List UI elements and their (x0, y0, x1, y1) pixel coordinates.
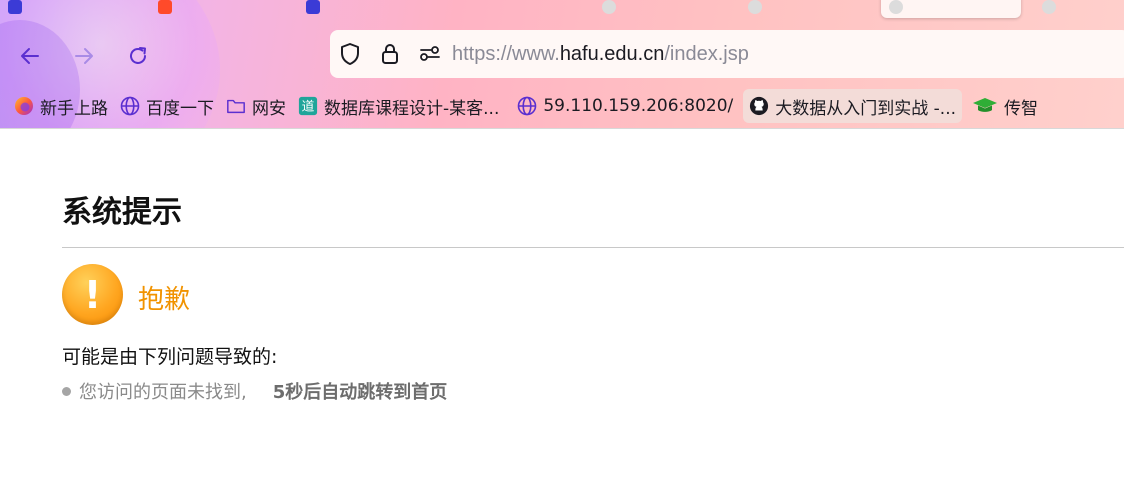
tab[interactable] (0, 0, 130, 18)
reason-text: 您访问的页面未找到, (79, 382, 247, 403)
title-divider (62, 247, 1124, 248)
tab[interactable] (740, 0, 870, 18)
bookmark-label: 数据库课程设计-某客... (324, 98, 500, 119)
svg-text:道: 道 (302, 99, 315, 114)
tab-active[interactable] (881, 0, 1021, 18)
bookmark-label: 大数据从入门到实战 -... (775, 98, 957, 119)
arrow-left-icon (21, 48, 39, 64)
grad-cap-icon (972, 96, 998, 116)
lock-icon[interactable] (370, 30, 410, 78)
tab-favicon (889, 0, 903, 14)
bookmark-item[interactable]: 新手上路 (8, 89, 114, 123)
bookmark-folder[interactable]: 网安 (220, 89, 292, 123)
redirect-countdown: 5秒后自动跳转到首页 (272, 382, 448, 403)
tab[interactable] (298, 0, 428, 18)
url-path: /index.jsp (664, 42, 749, 65)
bookmarks-toolbar: 新手上路 百度一下 网安 道 数据库课程设计-某客... 59.110.159.… (8, 88, 1124, 124)
url-scheme: https://www. (452, 42, 560, 65)
page-title: 系统提示 (62, 195, 182, 230)
browser-chrome: https://www.hafu.edu.cn/index.jsp 新手上路 百… (0, 0, 1124, 128)
bullet-icon (62, 386, 71, 396)
reload-icon (130, 47, 146, 64)
bookmark-label: 传智 (1004, 98, 1039, 119)
tab[interactable] (150, 0, 280, 18)
tab-favicon (602, 0, 616, 14)
address-bar[interactable]: https://www.hafu.edu.cn/index.jsp (330, 30, 1124, 78)
tab-strip (0, 0, 1124, 20)
firefox-icon (14, 96, 34, 116)
bookmark-label: 新手上路 (40, 98, 108, 119)
tab-favicon (748, 0, 762, 14)
reason-title: 可能是由下列问题导致的: (62, 346, 278, 368)
tab-favicon (1042, 0, 1056, 14)
reload-button[interactable] (122, 40, 154, 72)
bookmark-item[interactable]: 百度一下 (114, 89, 220, 123)
bookmark-label: 网安 (252, 98, 286, 119)
globe-icon (120, 96, 140, 116)
bookmark-label: 百度一下 (146, 98, 214, 119)
tracking-protection-shield-icon[interactable] (330, 30, 370, 78)
reason-list-item: 您访问的页面未找到, 5秒后自动跳转到首页 (62, 378, 447, 404)
tab-favicon (8, 0, 22, 14)
forward-button[interactable] (68, 40, 100, 72)
sorry-heading: 抱歉 (138, 285, 191, 315)
bookmark-item[interactable]: 传智 (966, 89, 1044, 123)
tab[interactable] (594, 0, 724, 18)
bookmark-item[interactable]: 道 数据库课程设计-某客... (292, 89, 505, 123)
folder-icon (226, 96, 246, 116)
globe-icon (517, 96, 537, 116)
bookmark-label: 59.110.159.206:8020/ (543, 96, 734, 116)
tab-favicon (306, 0, 320, 14)
tab[interactable] (1034, 0, 1124, 18)
url-host: hafu.edu.cn (559, 42, 665, 65)
warning-icon: ! (62, 264, 123, 325)
permissions-icon[interactable] (410, 30, 450, 78)
bookmark-item[interactable]: 59.110.159.206:8020/ (511, 89, 739, 123)
github-icon (749, 96, 769, 116)
arrow-right-icon (75, 48, 93, 64)
bookmark-item[interactable]: 大数据从入门到实战 -... (743, 89, 963, 123)
tab-favicon (158, 0, 172, 14)
url-text[interactable]: https://www.hafu.edu.cn/index.jsp (452, 43, 749, 66)
dao-icon: 道 (298, 96, 318, 116)
back-button[interactable] (14, 40, 46, 72)
tab[interactable] (446, 0, 576, 18)
page-content: 系统提示 ! 抱歉 可能是由下列问题导致的: 您访问的页面未找到, 5秒后自动跳… (0, 128, 1124, 489)
